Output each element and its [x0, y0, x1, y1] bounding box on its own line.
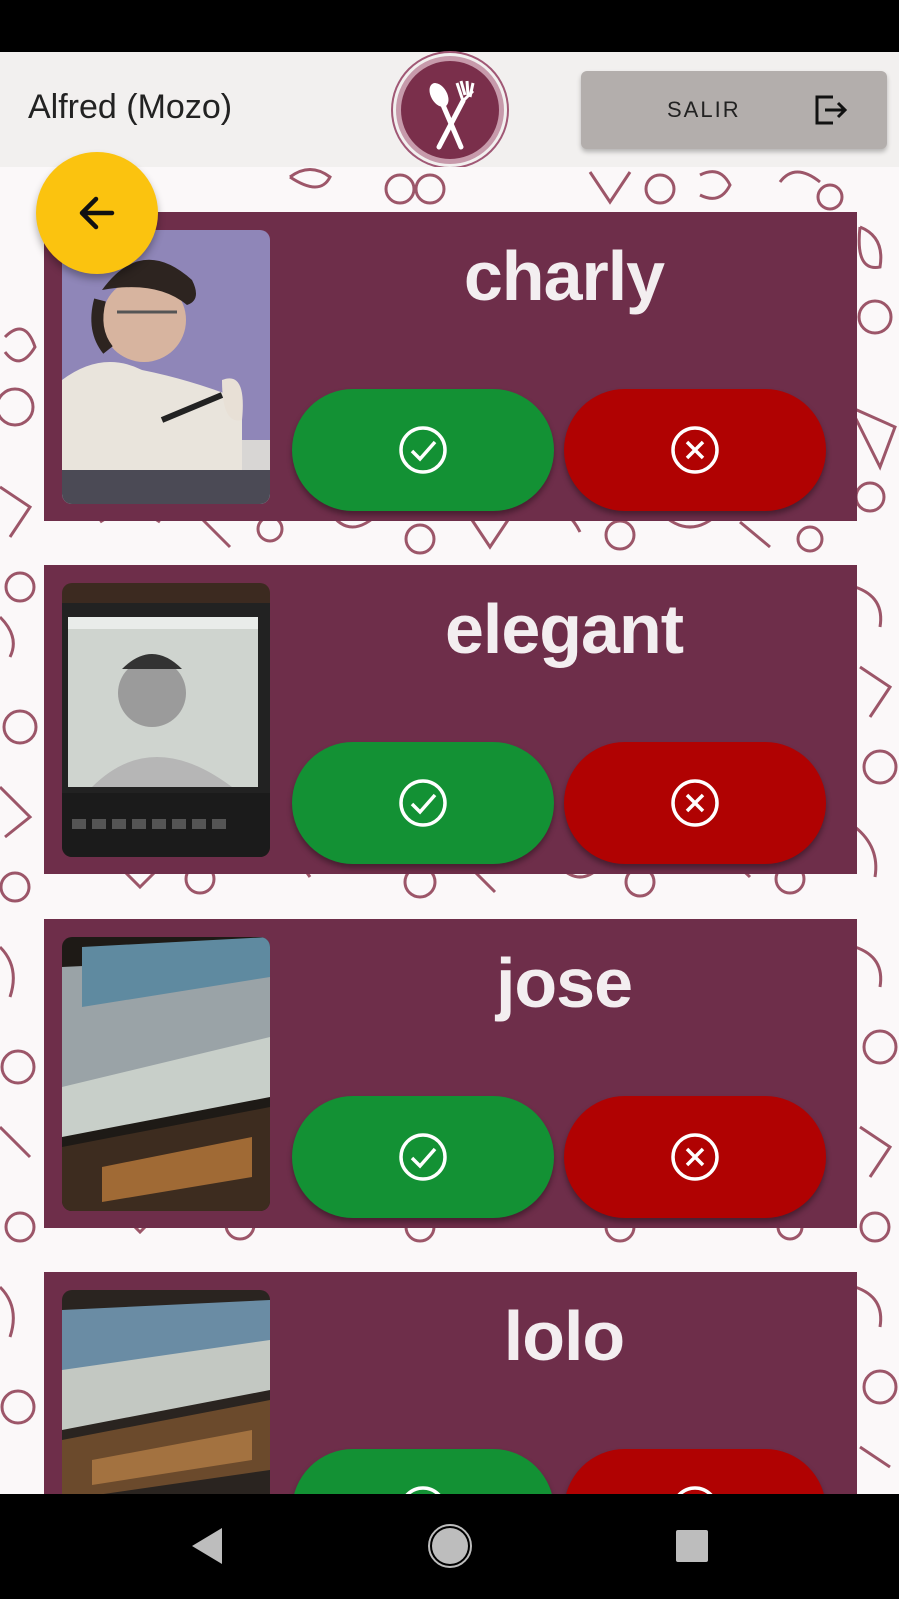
client-card: lolo — [44, 1272, 857, 1494]
home-circle-icon — [428, 1524, 472, 1568]
nav-back-button[interactable] — [148, 1494, 268, 1599]
user-name-label: Alfred (Mozo) — [28, 88, 233, 126]
status-bar — [0, 0, 899, 52]
logout-icon — [815, 95, 848, 125]
reject-button[interactable] — [564, 389, 826, 511]
x-circle-icon — [677, 1486, 713, 1494]
client-name: lolo — [503, 1297, 625, 1375]
accept-button[interactable] — [292, 742, 554, 864]
app-header: Alfred (Mozo) SALIR — [0, 52, 899, 167]
client-name: elegant — [444, 590, 684, 668]
system-nav-bar — [0, 1494, 899, 1599]
accept-button[interactable] — [292, 1096, 554, 1218]
check-circle-icon — [405, 1486, 441, 1494]
x-circle-icon — [671, 1133, 719, 1181]
client-photo — [62, 1290, 270, 1494]
x-circle-icon — [671, 779, 719, 827]
client-list-area[interactable]: charly elegant jose lolo — [0, 167, 899, 1494]
exit-button-label: SALIR — [667, 97, 741, 122]
client-card: charly — [44, 212, 857, 521]
client-photo — [62, 937, 270, 1211]
spoon-fork-icon — [429, 80, 475, 150]
accept-button[interactable] — [292, 389, 554, 511]
nav-home-button[interactable] — [390, 1494, 510, 1599]
reject-button[interactable] — [564, 1449, 826, 1494]
client-photo — [62, 583, 270, 857]
exit-button[interactable]: SALIR — [581, 71, 887, 149]
x-circle-icon — [671, 426, 719, 474]
arrow-left-icon — [79, 196, 115, 230]
back-button[interactable] — [36, 152, 158, 274]
client-name: charly — [463, 237, 665, 315]
client-card: jose — [44, 919, 857, 1228]
check-circle-icon — [399, 779, 447, 827]
check-circle-icon — [399, 426, 447, 474]
accept-button[interactable] — [292, 1449, 554, 1494]
client-name: jose — [495, 944, 633, 1022]
reject-button[interactable] — [564, 1096, 826, 1218]
square-recents-icon — [676, 1530, 708, 1562]
client-card: elegant — [44, 565, 857, 874]
triangle-back-icon — [192, 1528, 222, 1564]
nav-recents-button[interactable] — [632, 1494, 752, 1599]
restaurant-logo — [396, 56, 504, 164]
reject-button[interactable] — [564, 742, 826, 864]
check-circle-icon — [399, 1133, 447, 1181]
